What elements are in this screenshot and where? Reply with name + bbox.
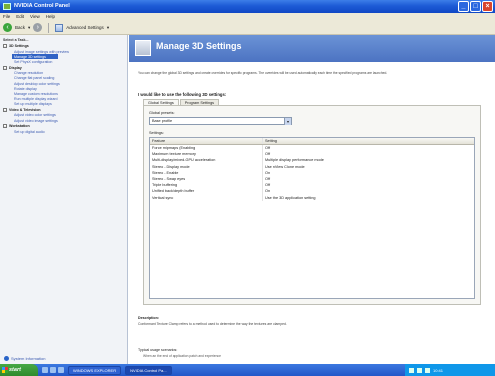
header-feature[interactable]: Feature xyxy=(150,138,262,144)
description-label: Description: xyxy=(138,316,159,320)
3d-settings-icon xyxy=(135,40,151,56)
chevron-down-icon[interactable]: ▾ xyxy=(284,118,291,125)
view-grid-icon[interactable] xyxy=(55,23,64,32)
main-content: Manage 3D Settings You can change the gl… xyxy=(129,35,495,364)
windows-flag-icon xyxy=(2,367,8,373)
sidebar-item-digital-audio[interactable]: Set up digital audio xyxy=(0,129,127,134)
category-label: Workstation xyxy=(9,124,30,129)
network-icon[interactable] xyxy=(409,367,414,373)
menu-view[interactable]: View xyxy=(30,13,40,21)
page-description: You can change the global 3D settings an… xyxy=(138,71,388,75)
collapse-icon[interactable]: - xyxy=(3,44,7,48)
menu-edit[interactable]: Edit xyxy=(16,13,24,21)
toolbar: ‹ Back ▾ › Advanced Settings ▾ xyxy=(0,21,495,35)
toolbar-separator xyxy=(48,22,50,33)
window-controls: _ □ × xyxy=(458,1,493,12)
sidebar-header: Select a Task... xyxy=(3,38,29,42)
system-information-label[interactable]: System Information xyxy=(11,356,45,361)
start-label: start xyxy=(9,367,21,373)
taskbar-item-nvidia[interactable]: NVIDIA Control Pa... xyxy=(125,365,172,375)
category-label: Video & Television xyxy=(9,107,41,112)
settings-table: Feature Setting Force mipmaps (Enabling … xyxy=(149,137,475,299)
category-label: 3D Settings xyxy=(9,44,29,48)
category-label: Display xyxy=(9,65,22,70)
clock: 10:41 xyxy=(433,367,444,373)
volume-icon[interactable] xyxy=(417,367,422,373)
menu-help[interactable]: Help xyxy=(46,13,55,21)
description-text: Conformant Texture Clamp refers to a met… xyxy=(138,322,287,326)
global-presets-label: Global presets: xyxy=(149,111,175,115)
maximize-button[interactable]: □ xyxy=(470,1,481,12)
taskbar: start WINDOWS EXPLORER NVIDIA Control Pa… xyxy=(0,364,495,376)
quick-launch xyxy=(42,367,64,373)
advanced-settings-label[interactable]: Advanced Settings xyxy=(66,25,104,30)
nvidia-app-icon xyxy=(3,3,11,10)
advanced-dropdown-icon[interactable]: ▾ xyxy=(107,25,109,31)
taskbar-item-explorer[interactable]: WINDOWS EXPLORER xyxy=(68,365,122,375)
sidebar-item-image-settings[interactable]: Adjust image settings with preview xyxy=(0,49,127,54)
usage-text: When an the end of application patch and… xyxy=(143,354,221,358)
page-title: Manage 3D Settings xyxy=(156,41,242,51)
info-icon xyxy=(4,356,9,361)
global-presets-select[interactable]: Base profile ▾ xyxy=(149,117,292,125)
minimize-button[interactable]: _ xyxy=(458,1,469,12)
media-icon[interactable] xyxy=(50,367,56,373)
global-presets-value: Base profile xyxy=(152,119,173,123)
feature-cell: Vertical sync xyxy=(152,195,174,200)
ie-icon[interactable] xyxy=(42,367,48,373)
system-tray: 10:41 xyxy=(405,364,495,376)
start-button[interactable]: start xyxy=(0,364,38,376)
back-arrow-icon[interactable]: ‹ xyxy=(3,23,12,32)
section-title: I would like to use the following 3D set… xyxy=(138,92,227,97)
menu-bar: File Edit View Help xyxy=(0,13,495,21)
collapse-icon[interactable]: - xyxy=(3,65,7,70)
setting-cell[interactable]: Use the 3D application setting xyxy=(262,194,472,201)
back-dropdown-icon[interactable]: ▾ xyxy=(28,25,30,31)
settings-label: Settings: xyxy=(149,131,164,135)
close-button[interactable]: × xyxy=(482,1,493,12)
usage-label: Typical usage scenarios: xyxy=(138,348,178,352)
table-row[interactable]: Vertical sync Use the 3D application set… xyxy=(150,194,474,201)
title-bar: NVIDIA Control Panel _ □ × xyxy=(0,0,495,13)
forward-arrow-icon[interactable]: › xyxy=(33,23,43,32)
table-header: Feature Setting xyxy=(150,138,474,145)
nvidia-tray-icon[interactable] xyxy=(425,367,430,373)
page-banner: Manage 3D Settings xyxy=(129,35,495,62)
system-information-link[interactable]: System Information xyxy=(4,356,45,361)
collapse-icon[interactable]: - xyxy=(3,124,7,129)
task-sidebar: Select a Task... - 3D Settings Adjust im… xyxy=(0,35,128,364)
desktop-icon[interactable] xyxy=(58,367,64,373)
menu-file[interactable]: File xyxy=(3,13,10,21)
back-label[interactable]: Back xyxy=(15,25,25,30)
collapse-icon[interactable]: - xyxy=(3,107,7,112)
header-setting[interactable]: Setting xyxy=(262,138,472,144)
window-title: NVIDIA Control Panel xyxy=(14,3,70,9)
